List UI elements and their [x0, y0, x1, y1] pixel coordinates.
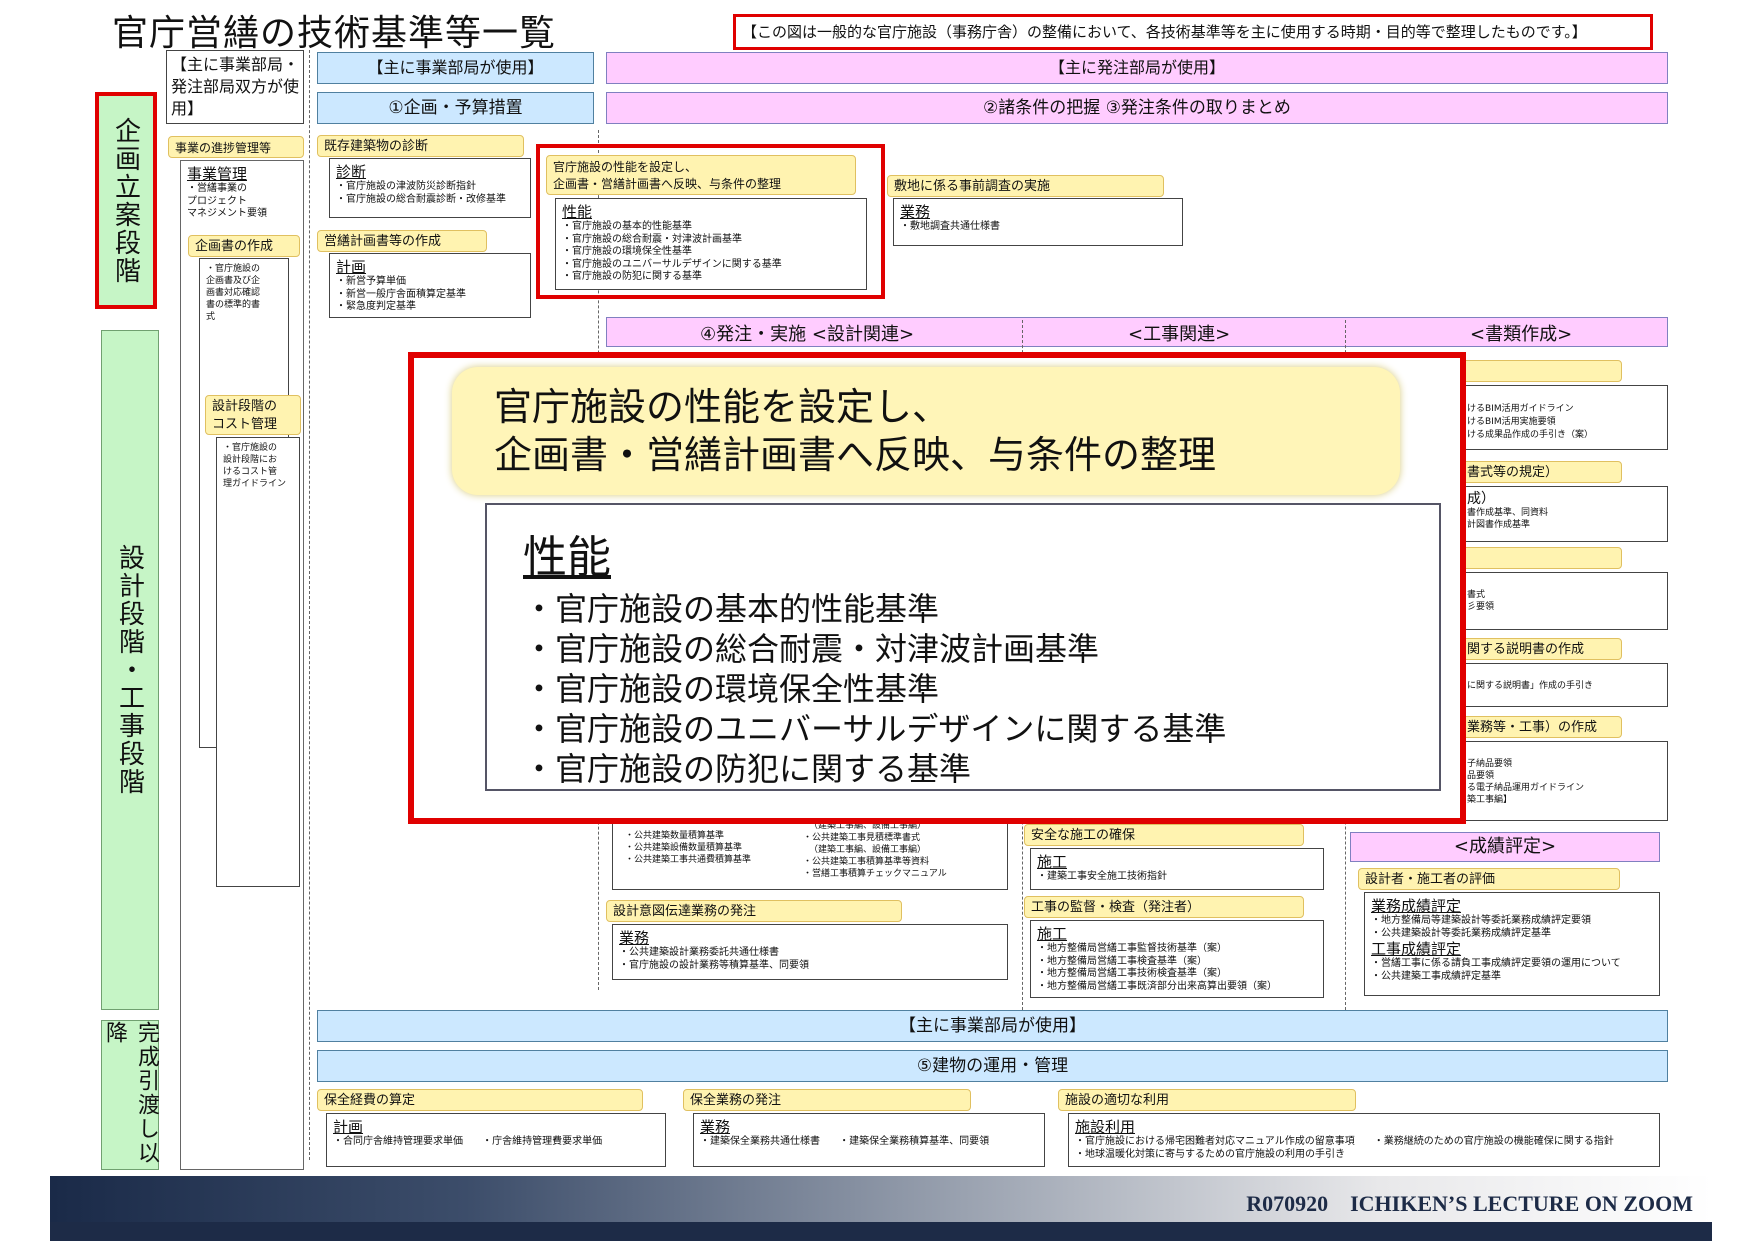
- tab-jigyo-shinchoku: 事業の進捗管理等: [168, 136, 304, 158]
- header-koji-kanren: <工事関連>: [1128, 324, 1231, 345]
- tab-right-1: [1460, 360, 1622, 382]
- box-right-5: 子納品要領 品要領 る電子納品運用ガイドライン 築工事編】: [1460, 741, 1668, 821]
- tab-right-4: 関する説明書の作成: [1460, 638, 1622, 660]
- zoom-item: ・官庁施設の基本的性能基準: [523, 590, 940, 628]
- phase-kikaku: 企画立案段階: [95, 92, 157, 309]
- footer-text: R070920 ICHIKEN’S LECTURE ON ZOOM: [1246, 1191, 1693, 1216]
- tab-kison-shindan: 既存建築物の診断: [317, 135, 524, 157]
- box-right-4: に関する説明書」作成の手引き: [1460, 663, 1668, 707]
- separator-1: [309, 50, 310, 1160]
- box-hozen-gyomu: 業務 ・建築保全業務共通仕様書 ・建築保全業務積算基準、同要領: [693, 1113, 1045, 1167]
- tab-kikakusho: 企画書の作成: [188, 235, 300, 257]
- tab-right-3: [1460, 547, 1622, 569]
- header-hacchu-use: 【主に発注部局が使用】: [606, 52, 1668, 84]
- box-sekisan: ・公共建築数量積算基準 ・公共建築設備数量積算基準 ・公共建築工事共通費積算基準…: [612, 820, 1008, 890]
- box-shikichi: 業務 ・敷地調査共通仕様書: [893, 198, 1183, 246]
- zoom-item: ・官庁施設の防犯に関する基準: [523, 750, 972, 788]
- tab-right-2: 書式等の規定）: [1460, 461, 1622, 483]
- header-shojoken: ②諸条件の把握 ③発注条件の取りまとめ: [606, 92, 1668, 124]
- phase-sekkei: 設計段階・工事段階: [101, 330, 159, 1010]
- tab-seino: 官庁施設の性能を設定し、 企画書・営繕計画書へ反映、与条件の整理: [546, 155, 856, 195]
- tab-cost-kanri: 設計段階の コスト管理: [205, 395, 301, 435]
- box-keikaku: 計画 ・新営予算単価 ・新営一般庁舎面積算定基準 ・緊急度判定基準: [329, 253, 531, 318]
- box-kantoku: 施工 ・地方整備局営繕工事監督技術基準（案） ・地方整備局営繕工事検査基準（案）…: [1030, 920, 1324, 998]
- scope-note: 【この図は一般的な官庁施設（事務庁舎）の整備において、各技術基準等を主に使用する…: [733, 14, 1653, 50]
- tab-hozen-keihi: 保全経費の算定: [317, 1089, 643, 1111]
- page-title: 官庁営繕の技術基準等一覧: [112, 13, 557, 54]
- header-unyo: ⑤建物の運用・管理: [317, 1050, 1668, 1082]
- zoom-title: 官庁施設の性能を設定し、 企画書・営繕計画書へ反映、与条件の整理: [452, 367, 1400, 495]
- box-seino: 性能 ・官庁施設の基本的性能基準 ・官庁施設の総合耐震・対津波計画基準 ・官庁施…: [555, 198, 867, 290]
- tab-shisetsu-riyo: 施設の適切な利用: [1058, 1089, 1356, 1111]
- zoom-head: 性能: [523, 532, 611, 583]
- header-sekkei-kanren: ④発注・実施 <設計関連>: [700, 324, 915, 345]
- box-shisetsu-riyo: 施設利用 ・官庁施設における帰宅困難者対応マニュアル作成の留意事項 ・業務継続の…: [1068, 1113, 1660, 1167]
- box-hyoka: 業務成績評定 ・地方整備局等建築設計等委託業務成績評定要領 ・公共建築設計等委託…: [1364, 892, 1660, 996]
- tab-hyoka: 設計者・施工者の評価: [1358, 868, 1620, 890]
- header-kikaku: ①企画・予算措置: [317, 92, 594, 124]
- box-shindan: 診断 ・官庁施設の津波防災診断指針 ・官庁施設の総合耐震診断・改修基準: [329, 158, 531, 218]
- box-cost-kanri: ・官庁施設の 設計段階にお けるコスト管 理ガイドライン: [216, 437, 300, 887]
- tab-kantoku: 工事の監督・検査（発注者）: [1024, 896, 1304, 918]
- tab-right-5: 業務等・工事）の作成: [1460, 716, 1622, 738]
- tab-hozen-gyomu: 保全業務の発注: [683, 1089, 971, 1111]
- box-anzen: 施工 ・建築工事安全施工技術指針: [1030, 848, 1324, 890]
- zoom-item: ・官庁施設の総合耐震・対津波計画基準: [523, 630, 1100, 668]
- box-right-2: 成） 書作成基準、同資料 計図書作成基準: [1460, 486, 1668, 542]
- tab-shikichi: 敷地に係る事前調査の実施: [887, 175, 1164, 197]
- box-hozen-keihi: 計画 ・合同庁舎維持管理要求単価 ・庁舎維持管理費要求単価: [326, 1113, 666, 1167]
- header-jigyo-use: 【主に事業部局が使用】: [317, 52, 594, 84]
- phase-kansei: 完成引渡し以降: [101, 1020, 159, 1170]
- zoom-item: ・官庁施設の環境保全性基準: [523, 670, 940, 708]
- box-right-1: けるBIM活用ガイドライン けるBIM活用実施要領 ける成果品作成の手引き（案）: [1460, 385, 1668, 450]
- tab-eizen-keikaku: 営繕計画書等の作成: [317, 230, 487, 252]
- header-seiseki: <成績評定>: [1350, 832, 1660, 862]
- header-both-use: 【主に事業部局・発注部局双方が使用】: [166, 50, 304, 124]
- box-right-3: 書式 彡要領: [1460, 572, 1668, 630]
- footer-bottom-bar: [50, 1222, 1712, 1241]
- zoom-item: ・官庁施設のユニバーサルデザインに関する基準: [523, 710, 1227, 748]
- box-sekkei-ito: 業務 ・公共建築設計業務委託共通仕様書 ・官庁施設の設計業務等積算基準、同要領: [612, 924, 1008, 980]
- header-shorui-sakusei: <書類作成>: [1470, 324, 1573, 345]
- header-jigyo-use-2: 【主に事業部局が使用】: [317, 1010, 1668, 1042]
- zoom-body: 性能 ・官庁施設の基本的性能基準 ・官庁施設の総合耐震・対津波計画基準 ・官庁施…: [485, 503, 1441, 791]
- tab-sekkei-ito: 設計意図伝達業務の発注: [606, 900, 902, 922]
- tab-anzen: 安全な施工の確保: [1024, 824, 1304, 846]
